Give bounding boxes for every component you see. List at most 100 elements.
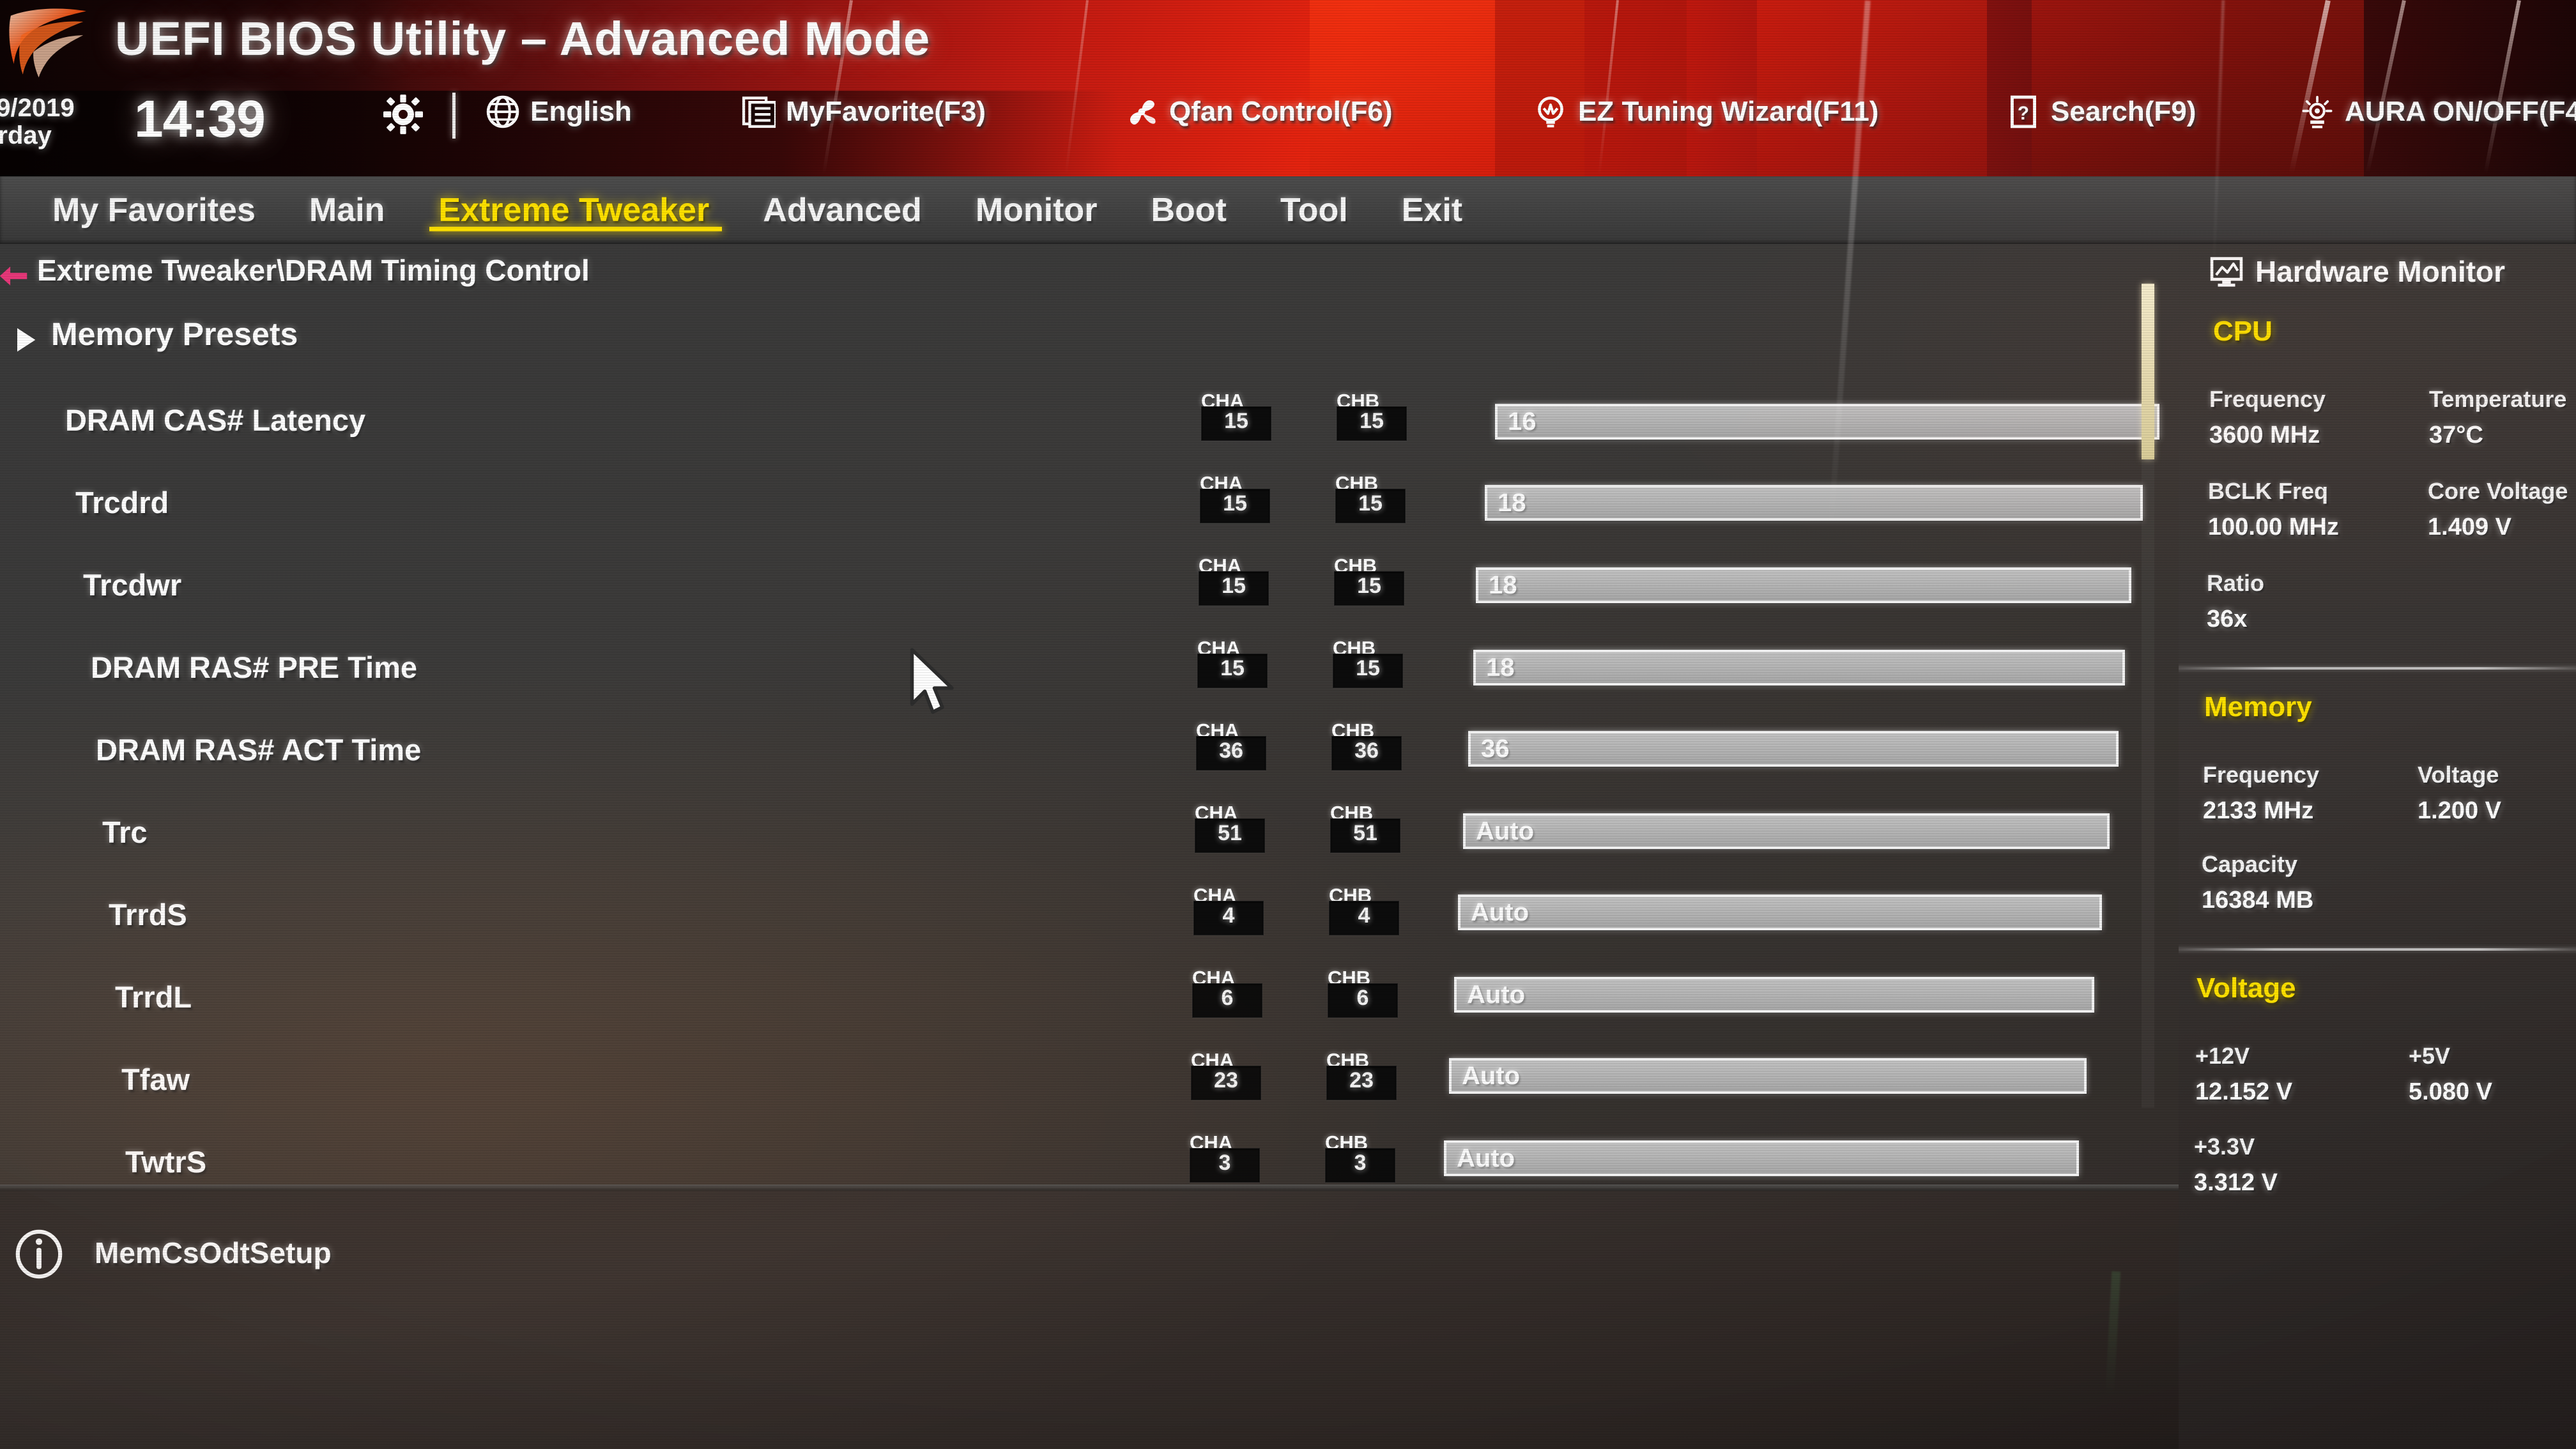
globe-icon: [486, 95, 519, 128]
toolbar-divider: [452, 93, 456, 139]
value-text: Auto: [1467, 981, 1526, 1009]
myfavorite-label: MyFavorite(F3): [786, 96, 986, 127]
aura-toggle-button[interactable]: AURA ON/OFF(F4): [2300, 95, 2576, 129]
hardware-monitor-title: Hardware Monitor: [2209, 254, 2505, 289]
value-input[interactable]: 18: [1485, 485, 2143, 521]
v33-key: +3.3V: [2194, 1133, 2255, 1160]
submenu-label: Memory Presets: [51, 316, 298, 352]
lightbulb-icon: [1538, 96, 1563, 128]
table-row[interactable]: DRAM CAS# Latency CHA 15 CHB 15 16: [0, 386, 2159, 468]
table-row[interactable]: TrrdS CHA 4 CHB 4 Auto: [0, 880, 2134, 963]
hw-divider: [2179, 667, 2576, 670]
value-input[interactable]: Auto: [1458, 894, 2102, 930]
panel-divider: [0, 1184, 2179, 1191]
chb-value: 4: [1358, 903, 1370, 928]
settings-scrollbar-thumb[interactable]: [2142, 284, 2154, 459]
table-row[interactable]: DRAM RAS# PRE Time CHA 15 CHB 15 18: [0, 633, 2134, 716]
setting-label: Tfaw: [121, 1062, 190, 1096]
language-label: English: [530, 96, 632, 127]
cha-value: 4: [1222, 903, 1235, 928]
chb-value: 3: [1354, 1151, 1367, 1175]
setting-label: DRAM RAS# PRE Time: [91, 650, 418, 684]
qfan-label: Qfan Control(F6): [1169, 96, 1393, 127]
cha-value: 15: [1220, 656, 1245, 680]
gear-icon[interactable]: [383, 95, 423, 134]
hw-divider: [2179, 948, 2576, 951]
value-input[interactable]: Auto: [1444, 1140, 2079, 1176]
value-input[interactable]: 18: [1473, 650, 2125, 686]
hw-section-voltage-title: Voltage: [2196, 972, 2296, 1004]
mem-capacity-value: 16384 MB: [2202, 887, 2314, 914]
date-value: 09/2019: [0, 94, 75, 122]
myfavorite-button[interactable]: MyFavorite(F3): [741, 95, 986, 129]
cha-value: 23: [1214, 1068, 1238, 1092]
cpu-temperature-value: 37°C: [2429, 422, 2483, 448]
value-input[interactable]: 18: [1476, 567, 2131, 603]
table-row[interactable]: Tfaw CHA 23 CHB 23 Auto: [0, 1045, 2134, 1128]
setting-label: DRAM CAS# Latency: [65, 403, 366, 437]
tab-extreme-tweaker[interactable]: Extreme Tweaker: [411, 176, 736, 244]
table-row[interactable]: Trcdwr CHA 15 CHB 15 18: [0, 551, 2134, 633]
back-arrow-icon[interactable]: [0, 264, 29, 288]
chb-value: 15: [1356, 656, 1380, 680]
cha-value: 51: [1218, 821, 1242, 845]
value-input[interactable]: Auto: [1454, 977, 2094, 1013]
value-input[interactable]: Auto: [1463, 813, 2110, 849]
cha-value: 15: [1224, 409, 1248, 433]
core-voltage-key: Core Voltage: [2428, 478, 2568, 504]
v12-key: +12V: [2195, 1043, 2250, 1069]
value-input[interactable]: 16: [1495, 404, 2159, 440]
table-row[interactable]: TrrdL CHA 6 CHB 6 Auto: [0, 963, 2134, 1045]
main-nav-bar: My Favorites Main Extreme Tweaker Advanc…: [0, 176, 2576, 244]
settings-panel: Extreme Tweaker\DRAM Timing Control Memo…: [0, 244, 2179, 1191]
tab-exit[interactable]: Exit: [1375, 176, 1489, 244]
ez-tuning-wizard-button[interactable]: EZ Tuning Wizard(F11): [1533, 95, 1879, 129]
cha-value: 36: [1219, 739, 1243, 763]
breadcrumb: Extreme Tweaker\DRAM Timing Control: [37, 254, 590, 287]
mem-capacity-key: Capacity: [2202, 851, 2298, 877]
fan-icon: [1130, 100, 1156, 125]
tab-main[interactable]: Main: [282, 176, 411, 244]
mem-frequency-value: 2133 MHz: [2203, 797, 2314, 824]
system-date: 09/2019 urday: [0, 94, 129, 150]
aura-label: AURA ON/OFF(F4): [2345, 96, 2576, 127]
ez-tuning-label: EZ Tuning Wizard(F11): [1578, 96, 1879, 127]
table-row[interactable]: Trc CHA 51 CHB 51 Auto: [0, 798, 2134, 880]
chb-value: 15: [1357, 574, 1381, 598]
cha-value: 15: [1223, 491, 1247, 516]
caret-right-icon: [17, 328, 36, 352]
chb-value: 23: [1349, 1068, 1374, 1092]
tab-boot[interactable]: Boot: [1124, 176, 1253, 244]
setting-label: TwtrS: [125, 1145, 207, 1179]
table-row[interactable]: Trcdrd CHA 15 CHB 15 18: [0, 468, 2143, 551]
submenu-memory-presets[interactable]: Memory Presets: [0, 316, 2128, 364]
setting-label: TrrdL: [115, 980, 192, 1014]
value-text: 18: [1486, 654, 1515, 682]
value-text: 18: [1498, 489, 1526, 517]
tab-advanced[interactable]: Advanced: [736, 176, 949, 244]
title-banner: UEFI BIOS Utility – Advanced Mode 09/201…: [0, 0, 2576, 176]
system-clock: 14:39: [134, 90, 266, 148]
value-input[interactable]: 36: [1468, 731, 2119, 767]
qfan-control-button[interactable]: Qfan Control(F6): [1124, 95, 1393, 129]
table-row[interactable]: DRAM RAS# ACT Time CHA 36 CHB 36 36: [0, 716, 2134, 798]
value-text: 16: [1508, 408, 1537, 436]
tab-tool[interactable]: Tool: [1254, 176, 1375, 244]
page-title: UEFI BIOS Utility – Advanced Mode: [115, 12, 931, 65]
hw-section-cpu-title: CPU: [2213, 316, 2273, 347]
tab-monitor[interactable]: Monitor: [949, 176, 1124, 244]
search-button[interactable]: ? Search(F9): [2006, 95, 2196, 129]
setting-label: DRAM RAS# ACT Time: [96, 733, 422, 767]
cpu-ratio-value: 36x: [2207, 606, 2248, 632]
cha-value: 6: [1221, 986, 1234, 1010]
value-text: 36: [1481, 735, 1510, 763]
v12-value: 12.152 V: [2195, 1078, 2293, 1105]
tab-my-favorites[interactable]: My Favorites: [26, 176, 282, 244]
body-area: Extreme Tweaker\DRAM Timing Control Memo…: [0, 244, 2576, 1449]
value-input[interactable]: Auto: [1449, 1058, 2087, 1094]
language-selector[interactable]: English: [486, 95, 632, 129]
mouse-cursor: [910, 648, 954, 714]
value-text: Auto: [1471, 898, 1529, 926]
value-text: Auto: [1457, 1144, 1515, 1172]
aura-icon: [2302, 96, 2333, 128]
